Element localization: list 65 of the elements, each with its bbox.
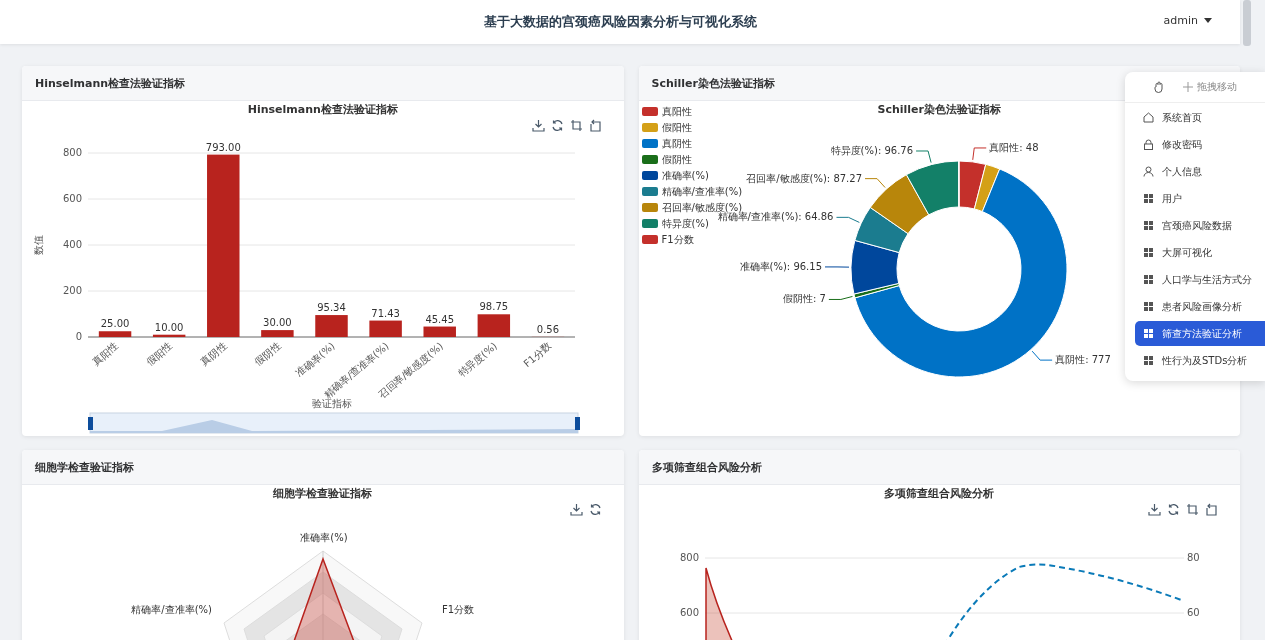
legend-item[interactable]: 准确率(%) [641,169,743,182]
category-label: 真阳性 [90,340,121,368]
axis-label: 精确率/查准率(%) [131,604,212,615]
category-label: F1分数 [521,340,554,370]
menu-item[interactable]: 修改密码 [1135,132,1265,157]
legend-item[interactable]: 真阴性 [641,137,743,150]
data-label: 45.45 [425,313,455,325]
axis-label: 准确率(%) [300,532,348,543]
axis-tick-label: 800 [62,147,82,158]
data-label: 98.75 [479,301,509,313]
chart-title: Hinselmann检查法验证指标 [247,102,398,118]
menu-item[interactable]: 系统首页 [1135,105,1265,130]
axis-tick-label: 80 [1186,552,1200,563]
card-title: Schiller染色法验证指标 [651,75,775,91]
axis-label: F1分数 [442,604,475,615]
page-title: 基于大数据的宫颈癌风险因素分析与可视化系统 [483,13,757,31]
card-title: 细胞学检查验证指标 [35,459,134,475]
menu-item[interactable]: 性行为及STDs分析 [1135,348,1265,373]
data-label: 10.00 [154,321,184,333]
chart-title: 细胞学检查验证指标 [273,486,373,502]
axis-tick-label: 0 [75,331,82,342]
category-label: 假阳性 [144,340,175,368]
menu-item[interactable]: 个人信息 [1135,159,1265,184]
slice-label: 真阳性: 48 [988,141,1038,153]
axis-title: 验证指标 [312,398,352,409]
axis-tick-label: 400 [62,239,82,250]
menu-item[interactable]: 大屏可视化 [1135,240,1265,265]
menu-item[interactable]: 筛查方法验证分析 [1135,321,1265,346]
legend-item[interactable]: 假阳性 [641,121,743,134]
slice-label: 假阴性: 7 [782,293,826,305]
axis-tick-label: 200 [62,285,82,296]
data-label: 30.00 [263,317,292,329]
data-label: 793.00 [205,141,241,153]
legend-item[interactable]: 精确率/查准率(%) [641,185,743,198]
menu-item[interactable]: 用户 [1135,186,1265,211]
chart-title: 多项筛查组合风险分析 [884,486,995,502]
slice-label: 召回率/敏感度(%): 87.27 [745,172,862,184]
legend-item[interactable]: 真阳性 [641,105,743,118]
slice-label: 精确率/查准率(%): 64.86 [717,211,833,223]
menu-item[interactable]: 宫颈癌风险数据 [1135,213,1265,238]
axis-tick-label: 60 [1186,607,1200,618]
data-label: 71.43 [371,307,400,319]
axis-tick-label: 600 [679,607,699,618]
axis-tick-label: 800 [679,552,699,563]
user-dropdown[interactable]: admin [1163,14,1212,27]
menu-item[interactable]: 患者风险画像分析 [1135,294,1265,319]
slice-label: 真阴性: 777 [1054,354,1111,366]
data-label: 25.00 [100,318,130,330]
card-title: Hinselmann检查法验证指标 [35,75,186,91]
data-label: 0.56 [536,323,560,335]
category-label: 假阴性 [252,340,283,368]
slice-label: 特异度(%): 96.76 [830,145,913,156]
category-label: 准确率(%) [293,340,337,379]
legend-item[interactable]: F1分数 [641,233,743,246]
chart-title: Schiller染色法验证指标 [877,102,1001,118]
category-label: 真阴性 [198,340,229,368]
menu-item[interactable]: 人口学与生活方式分 [1135,267,1265,292]
axis-tick-label: 600 [62,193,82,204]
card-title: 多项筛查组合风险分析 [651,459,762,475]
legend-item[interactable]: 假阴性 [641,153,743,166]
category-label: 特异度(%) [455,340,500,379]
slice-label: 准确率(%): 96.15 [739,260,822,272]
axis-title: 数值 [33,235,44,255]
drag-handle[interactable]: 拖拽移动 [1183,80,1237,94]
data-label: 95.34 [317,302,346,314]
